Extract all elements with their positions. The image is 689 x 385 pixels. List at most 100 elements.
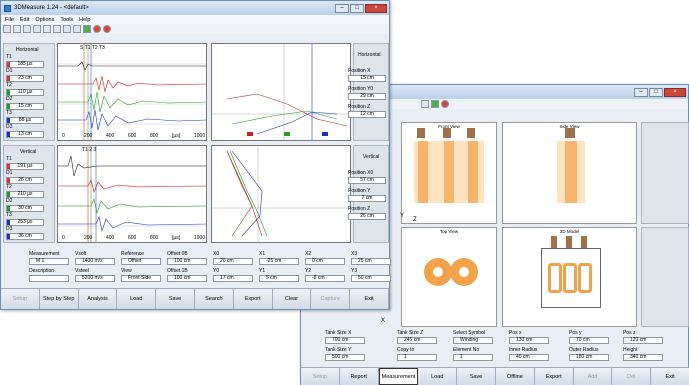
field-input[interactable]: 120 cm [623,337,663,344]
load-button[interactable]: Load [418,368,458,385]
export-button[interactable]: Export [233,289,273,309]
field-input[interactable]: M 1 [29,258,69,265]
field-input[interactable]: Winding [453,337,493,344]
field-input[interactable]: 17 cm [213,275,253,282]
channel-value[interactable]: 30 cm [6,205,44,212]
position-input[interactable]: 15 cm [348,75,386,82]
field-input[interactable]: -25 cm [259,258,299,265]
close-button[interactable]: × [664,87,686,97]
save-button[interactable]: Save [156,289,195,309]
add-icon[interactable] [431,100,439,108]
position-input[interactable]: 57 cm [348,177,386,184]
field-input[interactable]: 5200 m/s [75,275,115,282]
channel-value[interactable]: 185 µs [6,61,44,68]
field-input[interactable]: 1400 m/s [75,258,115,265]
position-input[interactable]: 12 cm [348,111,386,118]
clear-button[interactable]: Clear [272,289,312,309]
channel-value[interactable]: 88 µs [6,117,44,124]
channel-value[interactable]: 191 µs [6,163,44,170]
menu-options[interactable]: Options [35,17,54,23]
maximize-button[interactable]: □ [649,87,663,97]
3d-model-view[interactable]: 3D Model [502,227,637,327]
open-icon[interactable] [3,25,11,33]
position-input[interactable]: 7 cm [348,195,386,202]
add-icon[interactable] [83,25,91,33]
print-icon[interactable] [33,25,41,33]
delete-icon[interactable] [103,25,111,33]
vertical-position-plot[interactable] [211,145,351,243]
setup-button[interactable]: Setup [301,368,340,385]
field-input[interactable]: 340 cm [623,354,663,361]
field-input[interactable]: 1 [453,354,493,361]
close-button[interactable]: × [365,3,387,13]
field-input[interactable]: 0 cm [305,258,345,265]
offline-button[interactable]: Offline [495,368,535,385]
channel-value[interactable]: 23 cm [6,75,44,82]
capture-button[interactable]: Capture [311,289,351,309]
field-input[interactable]: 20 cm [213,258,253,265]
field-input[interactable]: 130 cm [509,337,549,344]
field-input[interactable]: Front Side [121,275,161,282]
field-input[interactable]: 1 [397,354,437,361]
menu-file[interactable]: File [5,17,14,23]
save-icon[interactable] [13,25,21,33]
vertical-waveform-plot[interactable]: T1 2 3 0 200 400 600 800 [µs] 1000 [57,145,207,243]
channel-value[interactable]: 253 µs [6,219,44,226]
field-input[interactable]: 245 cm [397,337,437,344]
field-input[interactable]: 25 cm [351,258,391,265]
field-input[interactable] [29,275,69,282]
view-icon[interactable] [53,25,61,33]
maximize-button[interactable]: □ [350,3,364,13]
zoom-icon[interactable] [63,25,71,33]
channel-value[interactable]: 15 cm [6,103,44,110]
load-button[interactable]: Load [117,289,157,309]
field-input[interactable]: 40 cm [509,354,549,361]
minimize-button[interactable]: – [634,87,648,97]
channel-value[interactable]: 210 µs [6,191,44,198]
minimize-button[interactable]: – [335,3,349,13]
grid-icon[interactable] [43,25,51,33]
menu-edit[interactable]: Edit [20,17,29,23]
field-input[interactable]: 5 cm [259,275,299,282]
channel-value[interactable]: 36 cm [6,233,44,240]
add-button[interactable]: Add [573,368,613,385]
top-view[interactable]: Top View [401,227,497,327]
side-view[interactable]: Side View [502,122,637,224]
horizontal-waveform-plot[interactable]: S T1 T2 T3 0 200 400 600 800 [µs] 1000 [57,43,207,141]
channel-value[interactable]: 13 cm [6,131,44,138]
horizontal-position-plot[interactable] [211,43,351,141]
menu-help[interactable]: Help [79,17,90,23]
channel-value[interactable]: 110 µs [6,89,44,96]
field-input[interactable]: 100 cm [167,258,207,265]
position-input[interactable]: 29 cm [348,93,386,100]
report-button[interactable]: Report [339,368,379,385]
chart-icon[interactable] [73,25,81,33]
channel-value[interactable]: 26 cm [6,177,44,184]
setup-button[interactable]: Setup [1,289,40,309]
position-input[interactable]: 26 cm [348,213,386,220]
exit-button[interactable]: Exit [651,368,689,385]
delete-icon[interactable] [441,100,449,108]
step-by-step-button[interactable]: Step by Step [39,289,79,309]
analysis-button[interactable]: Analysis [78,289,118,309]
field-input[interactable]: Offset [121,258,161,265]
measurement-button[interactable]: Measurement [378,368,419,385]
del-button[interactable]: Del [612,368,652,385]
field-input[interactable]: -8 cm [305,275,345,282]
field-input[interactable]: 100 cm [167,275,207,282]
menu-tools[interactable]: Tools [60,17,73,23]
new-icon[interactable] [23,25,31,33]
channel-t1: T1 191 µs [6,156,44,170]
export-button[interactable]: Export [534,368,574,385]
field-input[interactable]: 70 cm [569,337,609,344]
front-view[interactable]: Front View [401,122,497,224]
exit-button[interactable]: Exit [350,289,389,309]
chart-icon[interactable] [421,100,429,108]
save-button[interactable]: Save [457,368,496,385]
field-input[interactable]: 700 cm [325,337,365,344]
field-input[interactable]: 500 cm [325,354,365,361]
field-input[interactable]: 50 cm [351,275,391,282]
stop-icon[interactable] [93,25,101,33]
search-button[interactable]: Search [194,289,234,309]
field-input[interactable]: 180 cm [569,354,609,361]
